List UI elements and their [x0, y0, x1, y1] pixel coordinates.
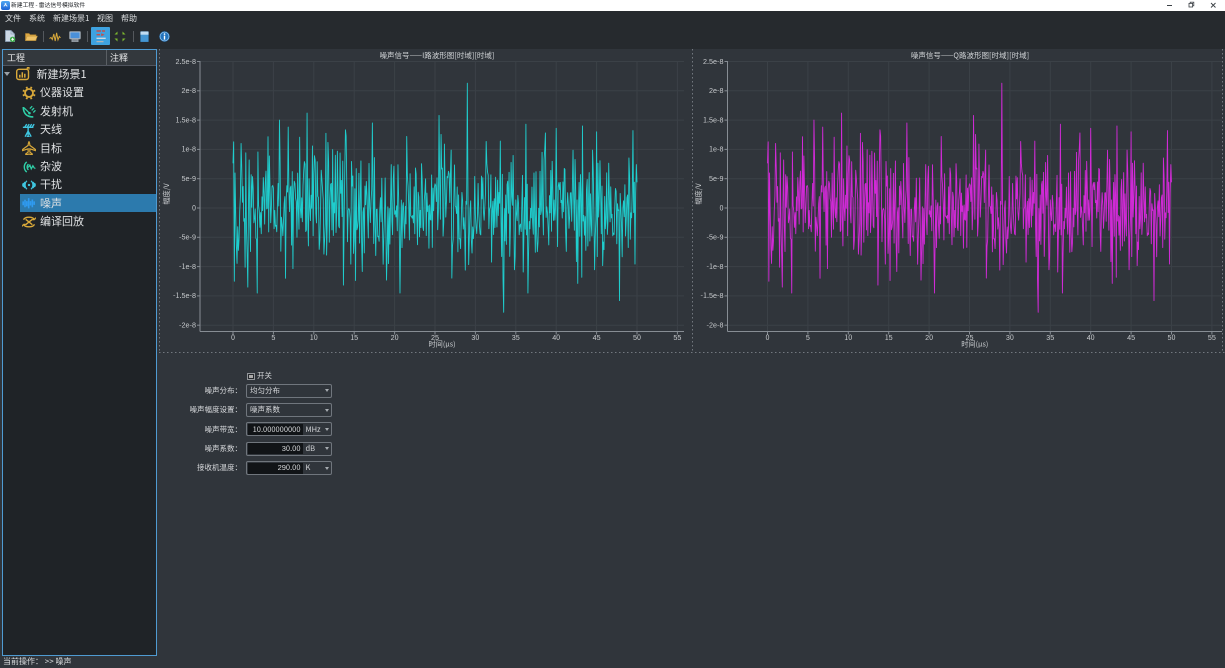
svg-text:45: 45	[1127, 333, 1135, 343]
svg-text:时间(μs): 时间(μs)	[428, 340, 455, 350]
svg-text:-5e-9: -5e-9	[179, 233, 196, 243]
svg-text:35: 35	[1046, 333, 1054, 343]
svg-text:35: 35	[512, 333, 520, 343]
svg-text:噪声信号——I路波形图[时域][时域]: 噪声信号——I路波形图[时域][时域]	[380, 50, 495, 61]
svg-text:55: 55	[1208, 333, 1216, 343]
svg-text:1e-8: 1e-8	[182, 145, 196, 155]
svg-text:-1.5e-8: -1.5e-8	[173, 291, 196, 301]
svg-text:1.5e-8: 1.5e-8	[703, 115, 723, 125]
svg-text:30: 30	[1006, 333, 1014, 343]
svg-text:40: 40	[552, 333, 560, 343]
svg-text:0: 0	[766, 333, 770, 343]
svg-text:-2e-8: -2e-8	[179, 321, 196, 331]
svg-text:15: 15	[885, 333, 893, 343]
svg-text:20: 20	[925, 333, 933, 343]
svg-text:30: 30	[471, 333, 479, 343]
svg-text:-1e-8: -1e-8	[707, 262, 724, 272]
svg-text:0: 0	[720, 203, 724, 213]
svg-text:5: 5	[271, 333, 275, 343]
svg-text:40: 40	[1087, 333, 1095, 343]
svg-text:10: 10	[310, 333, 318, 343]
svg-text:20: 20	[391, 333, 399, 343]
svg-text:-1e-8: -1e-8	[179, 262, 196, 272]
svg-text:-1.5e-8: -1.5e-8	[701, 291, 724, 301]
svg-text:0: 0	[231, 333, 235, 343]
svg-text:2.5e-8: 2.5e-8	[176, 57, 196, 67]
svg-text:噪声信号——Q路波形图[时域][时域]: 噪声信号——Q路波形图[时域][时域]	[911, 50, 1029, 61]
svg-text:幅度/V: 幅度/V	[694, 182, 704, 204]
svg-text:2e-8: 2e-8	[709, 86, 724, 96]
svg-text:5e-9: 5e-9	[709, 174, 724, 184]
svg-text:幅度/V: 幅度/V	[162, 182, 172, 204]
svg-text:时间(μs): 时间(μs)	[961, 340, 988, 350]
svg-text:1.5e-8: 1.5e-8	[176, 115, 196, 125]
svg-text:45: 45	[593, 333, 601, 343]
svg-text:2.5e-8: 2.5e-8	[703, 57, 723, 67]
svg-text:5: 5	[806, 333, 810, 343]
svg-text:50: 50	[633, 333, 641, 343]
svg-text:1e-8: 1e-8	[709, 145, 723, 155]
svg-text:50: 50	[1168, 333, 1176, 343]
svg-text:55: 55	[673, 333, 681, 343]
svg-text:10: 10	[844, 333, 852, 343]
svg-text:2e-8: 2e-8	[182, 86, 197, 96]
svg-text:5e-9: 5e-9	[182, 174, 197, 184]
svg-text:-2e-8: -2e-8	[707, 321, 724, 331]
svg-text:-5e-9: -5e-9	[707, 233, 724, 243]
svg-text:15: 15	[350, 333, 358, 343]
svg-text:0: 0	[192, 203, 196, 213]
